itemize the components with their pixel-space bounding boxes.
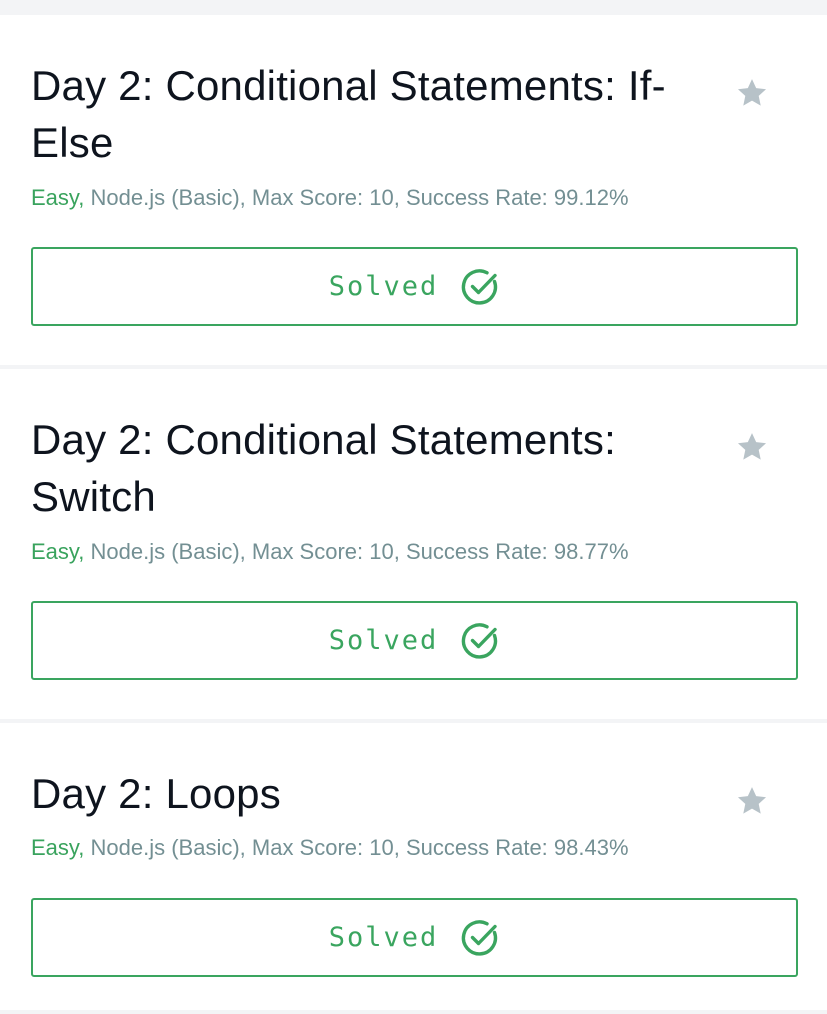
challenge-title-line-2[interactable]: Else: [31, 119, 114, 166]
check-circle-icon: [462, 622, 498, 659]
star-icon[interactable]: [735, 76, 769, 110]
challenge-title-line-2[interactable]: Switch: [31, 473, 156, 520]
challenge-card: Day 2: Loops Easy, Node.js (Basic), Max …: [0, 723, 827, 1010]
challenge-details: Node.js (Basic), Max Score: 10, Success …: [84, 185, 629, 210]
star-icon[interactable]: [735, 784, 769, 818]
solved-label: Solved: [328, 271, 439, 302]
star-icon[interactable]: [735, 430, 769, 464]
challenge-title-line-1[interactable]: Day 2: Conditional Statements: If-: [31, 62, 666, 109]
solved-button[interactable]: Solved: [31, 247, 798, 326]
check-circle-icon: [462, 268, 498, 305]
challenge-meta: Easy, Node.js (Basic), Max Score: 10, Su…: [31, 537, 629, 567]
challenge-title[interactable]: Day 2: Conditional Statements: Switch: [31, 411, 711, 525]
challenge-meta: Easy, Node.js (Basic), Max Score: 10, Su…: [31, 183, 629, 213]
difficulty-label: Easy,: [31, 835, 85, 860]
challenge-list: Day 2: Conditional Statements: If- Else …: [0, 0, 827, 1014]
challenge-title[interactable]: Day 2: Conditional Statements: If- Else: [31, 57, 711, 171]
challenge-title-line-1[interactable]: Day 2: Conditional Statements:: [31, 416, 616, 463]
difficulty-label: Easy,: [31, 539, 85, 564]
challenge-meta: Easy, Node.js (Basic), Max Score: 10, Su…: [31, 833, 629, 863]
challenge-details: Node.js (Basic), Max Score: 10, Success …: [84, 835, 629, 860]
challenge-details: Node.js (Basic), Max Score: 10, Success …: [84, 539, 629, 564]
challenge-card: Day 2: Conditional Statements: Switch Ea…: [0, 369, 827, 719]
solved-button[interactable]: Solved: [31, 601, 798, 680]
challenge-title[interactable]: Day 2: Loops: [31, 765, 711, 822]
solved-button[interactable]: Solved: [31, 898, 798, 977]
challenge-card: Day 2: Conditional Statements: If- Else …: [0, 15, 827, 365]
challenge-title-line-1[interactable]: Day 2: Loops: [31, 770, 281, 817]
solved-label: Solved: [328, 922, 439, 953]
solved-label: Solved: [328, 625, 439, 656]
check-circle-icon: [462, 919, 498, 956]
difficulty-label: Easy,: [31, 185, 85, 210]
